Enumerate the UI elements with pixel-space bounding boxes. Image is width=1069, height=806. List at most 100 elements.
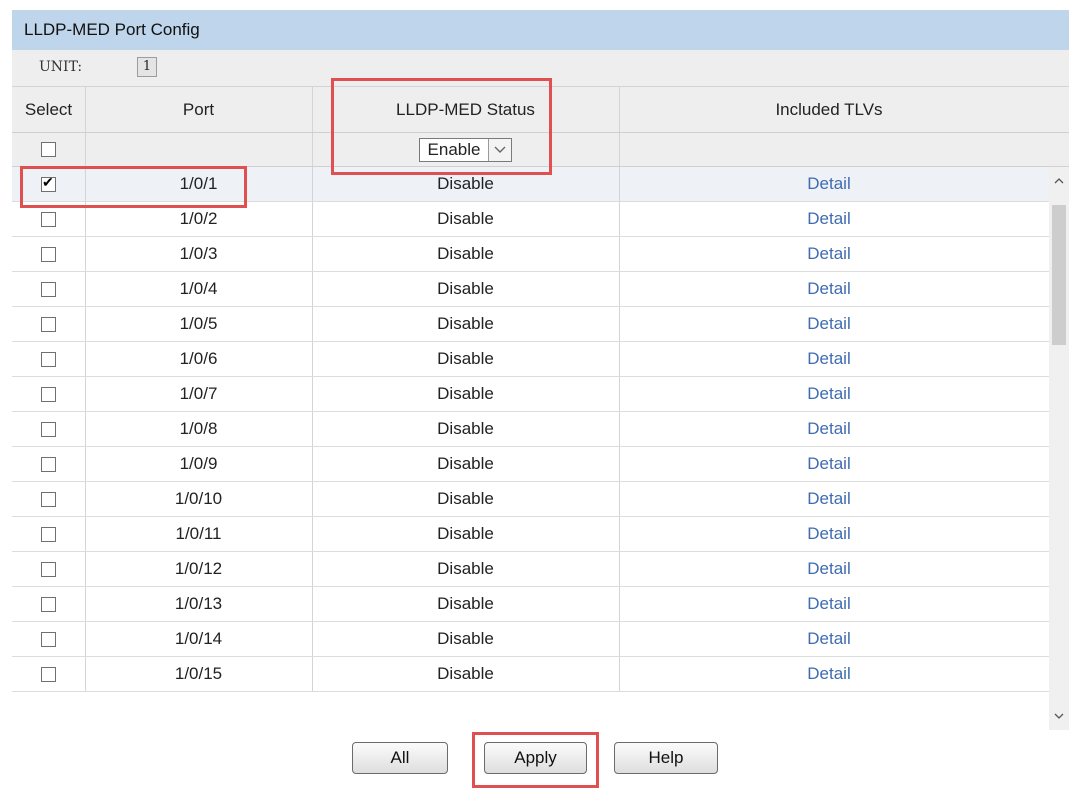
detail-link[interactable]: Detail <box>807 419 850 439</box>
header-tlvs-label: Included TLVs <box>775 99 883 119</box>
port-name: 1/0/2 <box>179 209 218 228</box>
row-checkbox[interactable] <box>41 596 56 612</box>
row-checkbox[interactable] <box>41 526 56 542</box>
port-name: 1/0/12 <box>174 559 223 578</box>
status-value: Disable <box>437 559 494 578</box>
row-checkbox[interactable] <box>41 351 56 367</box>
row-checkbox[interactable] <box>41 246 56 262</box>
port-cell: 1/0/7 <box>85 377 312 411</box>
row-checkbox[interactable] <box>41 421 56 437</box>
status-value: Disable <box>437 454 494 473</box>
help-button[interactable]: Help <box>614 742 718 774</box>
status-value: Disable <box>437 349 494 368</box>
row-checkbox[interactable] <box>41 456 56 472</box>
port-name: 1/0/1 <box>179 174 218 193</box>
status-select-value: Enable <box>427 139 481 159</box>
apply-button[interactable]: Apply <box>484 742 587 774</box>
status-cell: Disable <box>312 622 619 656</box>
scroll-down-icon[interactable] <box>1049 706 1069 726</box>
detail-link[interactable]: Detail <box>807 524 850 544</box>
control-row: Enable <box>12 133 1069 167</box>
detail-link[interactable]: Detail <box>807 314 850 334</box>
unit-row: UNIT: 1 <box>12 50 1069 87</box>
table-row: 1/0/8 Disable Detail <box>12 412 1049 447</box>
port-cell: 1/0/12 <box>85 552 312 586</box>
row-select-cell <box>12 622 85 656</box>
unit-selector-1[interactable]: 1 <box>137 57 157 77</box>
scrollbar[interactable] <box>1049 167 1069 730</box>
status-select[interactable]: Enable <box>418 137 513 162</box>
table-header: Select Port LLDP-MED Status Included TLV… <box>12 87 1069 133</box>
status-select-cell: Enable <box>312 133 619 166</box>
detail-link[interactable]: Detail <box>807 349 850 369</box>
scrollbar-thumb[interactable] <box>1052 205 1066 345</box>
port-cell: 1/0/14 <box>85 622 312 656</box>
detail-link[interactable]: Detail <box>807 664 850 684</box>
status-cell: Disable <box>312 342 619 376</box>
detail-link[interactable]: Detail <box>807 209 850 229</box>
select-all-cell <box>12 133 85 166</box>
table-row: 1/0/2 Disable Detail <box>12 202 1049 237</box>
port-name: 1/0/14 <box>174 629 223 648</box>
scroll-up-icon[interactable] <box>1049 171 1069 191</box>
status-cell: Disable <box>312 377 619 411</box>
port-cell: 1/0/13 <box>85 587 312 621</box>
status-value: Disable <box>437 524 494 543</box>
status-value: Disable <box>437 489 494 508</box>
table-row: 1/0/9 Disable Detail <box>12 447 1049 482</box>
row-checkbox[interactable] <box>41 561 56 577</box>
port-cell: 1/0/2 <box>85 202 312 236</box>
row-select-cell <box>12 307 85 341</box>
port-name: 1/0/15 <box>174 664 223 683</box>
port-name: 1/0/4 <box>179 279 218 298</box>
row-checkbox[interactable] <box>41 631 56 647</box>
detail-link[interactable]: Detail <box>807 559 850 579</box>
port-cell: 1/0/5 <box>85 307 312 341</box>
port-list: 1/0/1DisableDetail1/0/2DisableDetail1/0/… <box>12 167 1069 730</box>
row-checkbox[interactable] <box>41 386 56 402</box>
tlv-cell: Detail <box>619 342 1039 376</box>
port-cell: 1/0/9 <box>85 447 312 481</box>
row-checkbox[interactable] <box>41 174 56 192</box>
port-name: 1/0/7 <box>179 384 218 403</box>
tlv-cell: Detail <box>619 622 1039 656</box>
detail-link[interactable]: Detail <box>807 244 850 264</box>
tlv-cell: Detail <box>619 552 1039 586</box>
table-row: 1/0/11 Disable Detail <box>12 517 1049 552</box>
row-checkbox[interactable] <box>41 281 56 297</box>
all-button[interactable]: All <box>352 742 448 774</box>
select-all-checkbox[interactable] <box>41 142 56 157</box>
row-select-cell <box>12 272 85 306</box>
panel-title: LLDP-MED Port Config <box>12 10 1069 50</box>
row-checkbox[interactable] <box>41 211 56 227</box>
status-cell: Disable <box>312 307 619 341</box>
port-name: 1/0/10 <box>174 489 223 508</box>
tlv-cell: Detail <box>619 447 1039 481</box>
status-value: Disable <box>437 594 494 613</box>
status-value: Disable <box>437 384 494 403</box>
detail-link[interactable]: Detail <box>807 454 850 474</box>
detail-link[interactable]: Detail <box>807 279 850 299</box>
detail-link[interactable]: Detail <box>807 489 850 509</box>
row-checkbox[interactable] <box>41 666 56 682</box>
row-checkbox[interactable] <box>41 316 56 332</box>
detail-link[interactable]: Detail <box>807 629 850 649</box>
detail-link[interactable]: Detail <box>807 174 850 194</box>
table-row: 1/0/5 Disable Detail <box>12 307 1049 342</box>
port-cell: 1/0/8 <box>85 412 312 446</box>
header-status-label: LLDP-MED Status <box>396 99 535 119</box>
chevron-down-icon[interactable] <box>488 138 512 161</box>
header-port-label: Port <box>182 99 215 119</box>
row-select-cell <box>12 517 85 551</box>
detail-link[interactable]: Detail <box>807 594 850 614</box>
status-value: Disable <box>437 629 494 648</box>
row-checkbox[interactable] <box>41 491 56 507</box>
table-row: 1/0/13 Disable Detail <box>12 587 1049 622</box>
tlv-cell: Detail <box>619 517 1039 551</box>
detail-link[interactable]: Detail <box>807 384 850 404</box>
header-tlvs: Included TLVs <box>619 87 1039 132</box>
row-select-cell <box>12 342 85 376</box>
table-row: 1/0/7 Disable Detail <box>12 377 1049 412</box>
port-name: 1/0/6 <box>179 349 218 368</box>
header-select: Select <box>12 87 85 132</box>
